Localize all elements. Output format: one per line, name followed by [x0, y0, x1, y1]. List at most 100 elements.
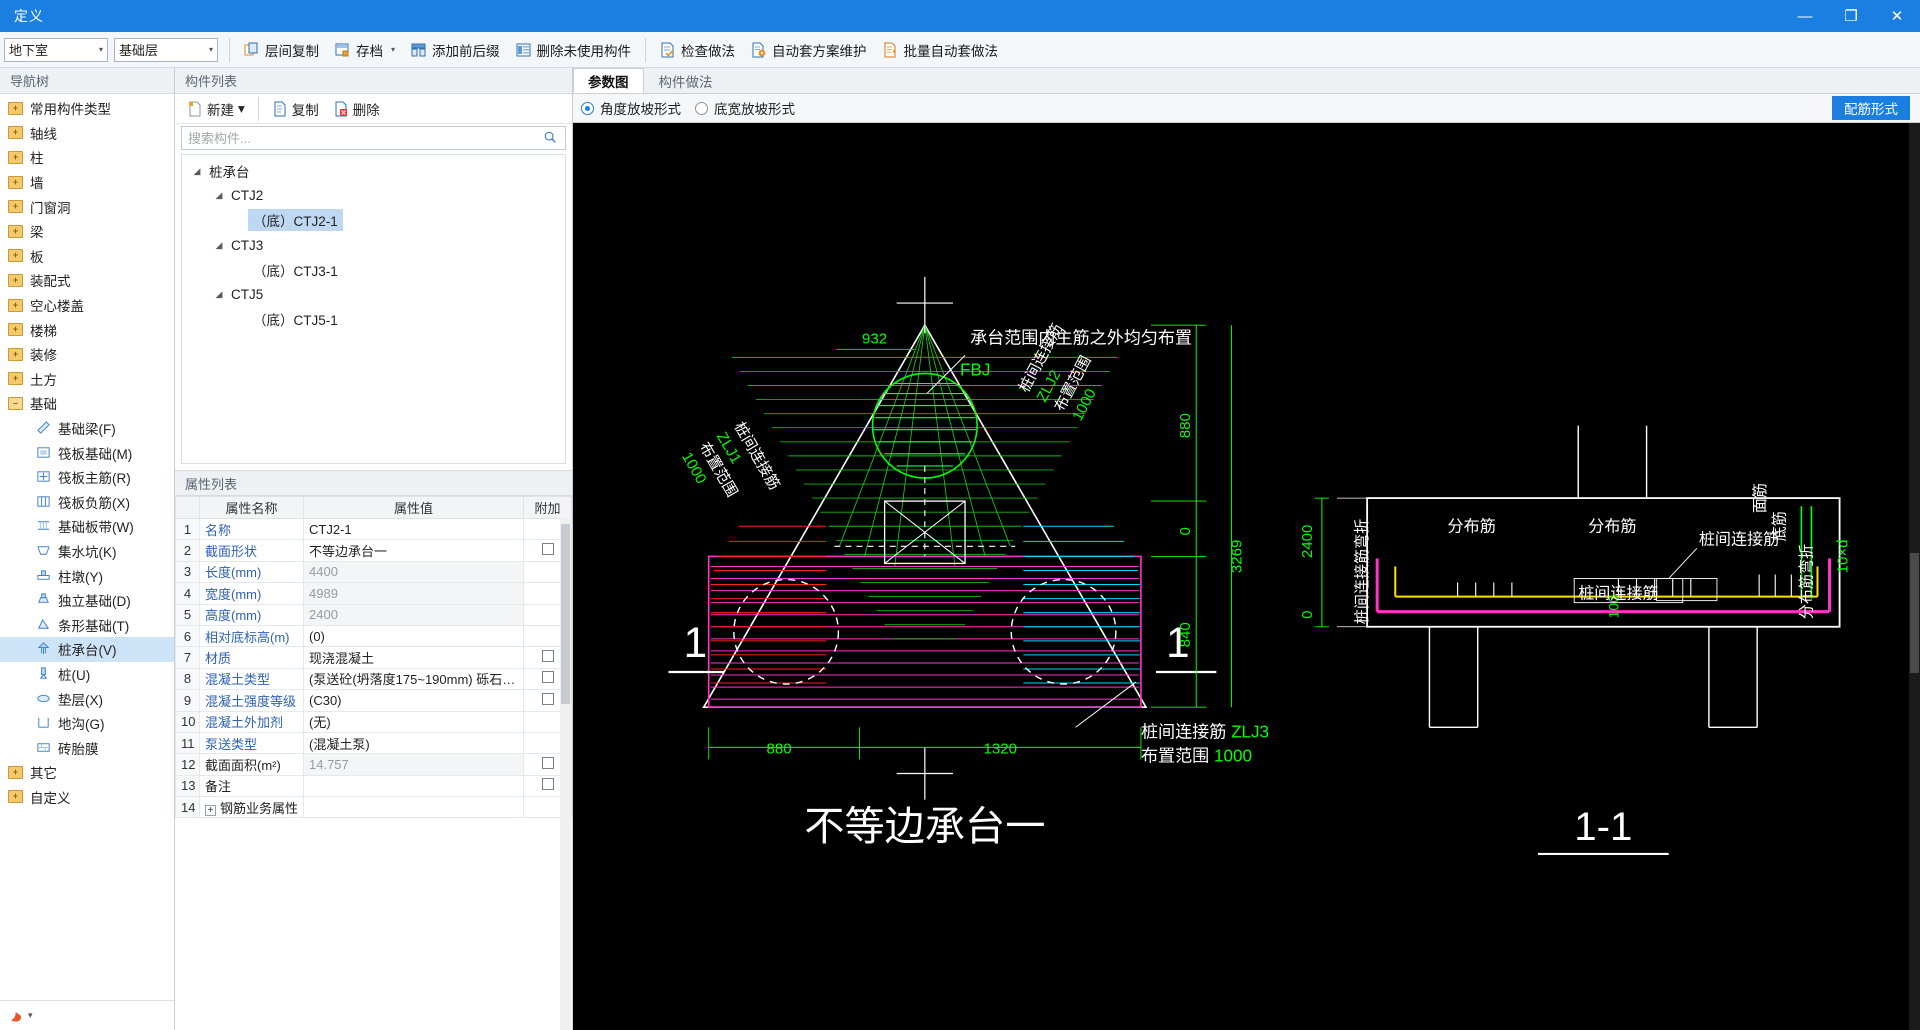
auto-scheme-button[interactable]: 自动套方案维护 — [744, 36, 874, 64]
table-row[interactable]: 6 相对底标高(m) (0) — [175, 624, 572, 648]
table-row[interactable]: 10 混凝土外加剂 (无) — [175, 710, 572, 733]
property-value[interactable]: CTJ2-1 — [303, 517, 524, 541]
property-value[interactable]: (混凝土泵) — [303, 731, 524, 755]
sidebar-item-16[interactable]: 筏板负筋(X) — [0, 490, 174, 515]
property-value[interactable]: 2400 — [303, 603, 524, 626]
component-tree-item-3[interactable]: ◢ CTJ3 — [182, 233, 565, 258]
table-row[interactable]: 3 长度(mm) 4400 — [175, 560, 572, 584]
sidebar-item-10[interactable]: + 装修 — [0, 342, 174, 367]
sidebar-item-1[interactable]: + 轴线 — [0, 121, 174, 146]
radio-angle-slope[interactable]: 角度放坡形式 — [581, 98, 681, 118]
rebar-form-button[interactable]: 配筋形式 — [1832, 96, 1910, 120]
sidebar-item-3[interactable]: + 墙 — [0, 170, 174, 195]
table-row[interactable]: 5 高度(mm) 2400 — [175, 603, 572, 626]
sidebar-item-25[interactable]: 地沟(G) — [0, 711, 174, 736]
component-tree-item-0[interactable]: ◢ 桩承台 — [182, 159, 565, 184]
sidebar-item-13[interactable]: 基础梁(F) — [0, 416, 174, 441]
property-value[interactable]: 14.757 — [303, 753, 524, 776]
search-icon[interactable] — [543, 130, 559, 146]
expand-arrow-icon[interactable]: ◢ — [212, 240, 226, 251]
table-row[interactable]: 13 备注 — [175, 774, 572, 798]
sidebar-item-14[interactable]: 筏板基础(M) — [0, 440, 174, 465]
sidebar-item-22[interactable]: 桩承台(V) — [0, 637, 174, 662]
property-value[interactable]: 4400 — [303, 560, 524, 584]
delete-component-button[interactable]: 删除 — [327, 97, 386, 121]
sidebar-item-7[interactable]: + 装配式 — [0, 268, 174, 293]
sidebar-item-18[interactable]: 集水坑(K) — [0, 539, 174, 564]
sidebar-item-11[interactable]: + 土方 — [0, 367, 174, 392]
component-tree-item-4[interactable]: （底）CTJ3-1 — [182, 257, 565, 282]
sidebar-item-26[interactable]: 砖胎膜 — [0, 735, 174, 760]
table-row[interactable]: 1 名称 CTJ2-1 — [175, 517, 572, 541]
maximize-button[interactable]: ❐ — [1828, 0, 1874, 32]
archive-button[interactable]: 存档 ▾ — [328, 36, 402, 64]
table-row[interactable]: 9 混凝土强度等级 (C30) — [175, 689, 572, 712]
property-value[interactable]: (泵送砼(坍落度175~190mm) 砾石… — [303, 667, 524, 691]
table-row[interactable]: 14 + 钢筋业务属性 — [175, 796, 572, 819]
checkbox[interactable] — [541, 671, 554, 684]
close-button[interactable]: ✕ — [1874, 0, 1920, 32]
sidebar-item-2[interactable]: + 柱 — [0, 145, 174, 170]
checkbox[interactable] — [541, 756, 554, 769]
tab-parameter-diagram[interactable]: 参数图 — [573, 68, 644, 93]
sidebar-item-6[interactable]: + 板 — [0, 244, 174, 269]
table-row[interactable]: 7 材质 现浇混凝土 — [175, 646, 572, 669]
checkbox[interactable] — [541, 650, 554, 663]
property-value[interactable]: 现浇混凝土 — [303, 646, 524, 669]
table-row[interactable]: 4 宽度(mm) 4989 — [175, 582, 572, 605]
minimize-button[interactable]: — — [1782, 0, 1828, 32]
table-row[interactable]: 11 泵送类型 (混凝土泵) — [175, 731, 572, 755]
sidebar-item-5[interactable]: + 梁 — [0, 219, 174, 244]
property-value[interactable] — [303, 796, 524, 819]
property-value[interactable]: 不等边承台一 — [303, 539, 524, 562]
table-row[interactable]: 8 混凝土类型 (泵送砼(坍落度175~190mm) 砾石… — [175, 667, 572, 691]
table-row[interactable]: 12 截面面积(m²) 14.757 — [175, 753, 572, 776]
sidebar-item-0[interactable]: + 常用构件类型 — [0, 96, 174, 121]
sidebar-item-28[interactable]: + 自定义 — [0, 785, 174, 810]
sidebar-item-27[interactable]: + 其它 — [0, 760, 174, 785]
expand-arrow-icon[interactable]: ◢ — [190, 166, 204, 177]
property-value[interactable]: (无) — [303, 710, 524, 733]
expand-icon[interactable]: + — [205, 804, 216, 816]
copy-component-button[interactable]: 复制 — [266, 97, 325, 121]
parameter-drawing-canvas[interactable]: 1 1 880 3269 0 840 880 1320 932 承台范围内主筋之… — [573, 122, 1920, 1030]
new-component-button[interactable]: 新建 ▾ — [181, 97, 251, 121]
sidebar-item-9[interactable]: + 楼梯 — [0, 317, 174, 342]
radio-bottom-width-slope[interactable]: 底宽放坡形式 — [695, 98, 795, 118]
floor-combo[interactable]: 地下室 ▾ — [4, 37, 108, 62]
batch-auto-button[interactable]: 批量自动套做法 — [876, 36, 1006, 64]
sidebar-item-21[interactable]: 条形基础(T) — [0, 612, 174, 637]
properties-scrollbar[interactable] — [560, 518, 571, 1030]
sidebar-item-12[interactable]: – 基础 — [0, 391, 174, 416]
sidebar-item-8[interactable]: + 空心楼盖 — [0, 293, 174, 318]
expand-arrow-icon[interactable]: ◢ — [212, 289, 226, 300]
delete-unused-button[interactable]: 删除未使用构件 — [509, 36, 639, 64]
property-value[interactable]: (C30) — [303, 689, 524, 712]
checkbox[interactable] — [541, 543, 554, 556]
property-value[interactable] — [303, 774, 524, 798]
expand-arrow-icon[interactable]: ◢ — [212, 190, 226, 201]
tab-component-method[interactable]: 构件做法 — [644, 68, 728, 93]
add-affix-button[interactable]: 添加前后缀 — [404, 36, 507, 64]
checkbox[interactable] — [541, 778, 554, 791]
sidebar-item-23[interactable]: 桩(U) — [0, 662, 174, 687]
sidebar-item-20[interactable]: 独立基础(D) — [0, 588, 174, 613]
scrollbar-thumb[interactable] — [1910, 553, 1919, 673]
component-tree-item-6[interactable]: （底）CTJ5-1 — [182, 307, 565, 332]
layer-combo[interactable]: 基础层 ▾ — [114, 37, 218, 62]
component-tree-item-2[interactable]: （底）CTJ2-1 — [182, 208, 565, 233]
search-component-row[interactable] — [181, 126, 566, 150]
checkbox[interactable] — [541, 692, 554, 705]
sidebar-item-19[interactable]: 柱墩(Y) — [0, 563, 174, 588]
table-row[interactable]: 2 截面形状 不等边承台一 — [175, 539, 572, 562]
sidebar-item-4[interactable]: + 门窗洞 — [0, 194, 174, 219]
search-input[interactable] — [188, 130, 543, 146]
sidebar-item-17[interactable]: 基础板带(W) — [0, 514, 174, 539]
component-tree-item-5[interactable]: ◢ CTJ5 — [182, 282, 565, 307]
property-value[interactable]: 4989 — [303, 582, 524, 605]
scrollbar-thumb[interactable] — [561, 524, 570, 704]
sidebar-item-15[interactable]: 筏板主筋(R) — [0, 465, 174, 490]
property-value[interactable]: (0) — [303, 624, 524, 648]
canvas-vertical-scrollbar[interactable] — [1909, 123, 1920, 1030]
check-method-button[interactable]: 检查做法 — [653, 36, 742, 64]
